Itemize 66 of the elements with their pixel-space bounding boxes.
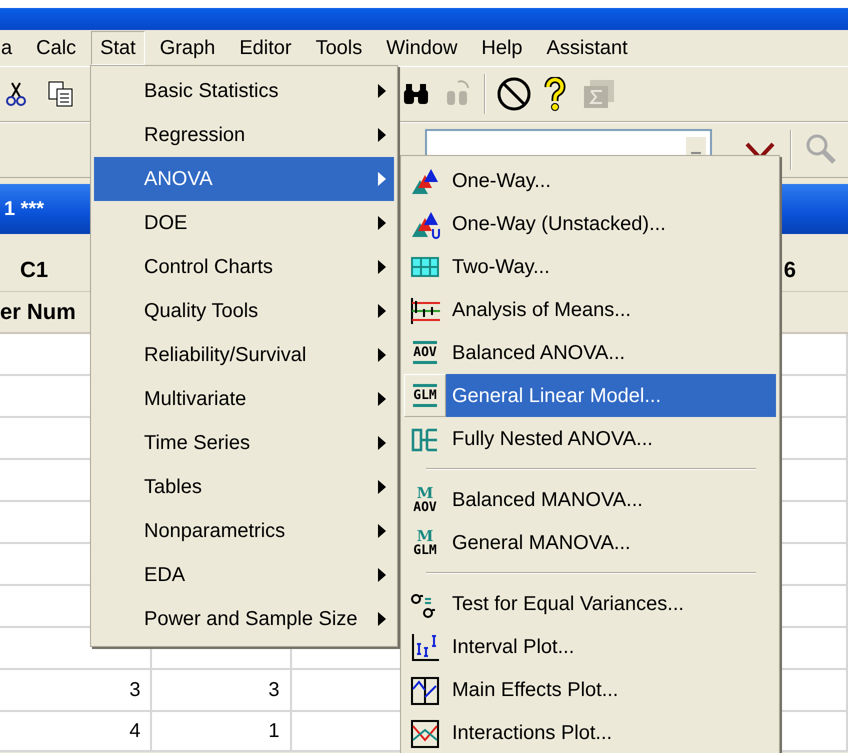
model-icon: M GLM — [413, 528, 437, 556]
model-icon: M AOV — [413, 486, 437, 514]
submenu-arrow-icon — [378, 84, 386, 98]
menu-item[interactable]: Help — [472, 31, 532, 65]
menu-item[interactable]: Time Series — [94, 421, 394, 465]
menu-item[interactable]: Balanced ANOVA... — [446, 331, 776, 374]
menu-item[interactable]: Stat — [91, 31, 145, 65]
submenu-arrow-icon — [378, 392, 386, 406]
menu-item[interactable]: General MANOVA... — [446, 521, 776, 564]
submenu-arrow-icon — [378, 568, 386, 582]
scissors-icon[interactable] — [6, 81, 26, 107]
menu-item[interactable]: One-Way (Unstacked)... — [446, 202, 776, 245]
menu-item[interactable]: Control Charts — [94, 245, 394, 289]
menu-item[interactable]: Tools — [306, 31, 372, 65]
submenu-arrow-icon — [378, 260, 386, 274]
menu-item[interactable]: Assistant — [538, 31, 637, 65]
menu-item[interactable]: Analysis of Means... — [446, 288, 776, 331]
table-cell: 3 — [268, 678, 280, 702]
column-header: 6 — [784, 257, 796, 284]
binoculars-icon[interactable] — [402, 82, 430, 106]
column-name: er Num — [0, 298, 76, 326]
menu-item[interactable]: a — [0, 31, 22, 65]
menu-item[interactable]: Quality Tools — [94, 289, 394, 333]
menu-item[interactable]: Graph — [150, 31, 224, 65]
menu-item[interactable]: EDA — [94, 553, 394, 597]
submenu-arrow-icon — [378, 436, 386, 450]
menu-item[interactable]: Balanced MANOVA... — [446, 478, 776, 521]
menu-item[interactable]: ANOVA — [94, 157, 394, 201]
prohibited-icon[interactable] — [496, 76, 532, 112]
submenu-arrow-icon — [378, 304, 386, 318]
menu-item[interactable]: Tables — [94, 465, 394, 509]
submenu-arrow-icon — [378, 480, 386, 494]
menu-item[interactable]: Nonparametrics — [94, 509, 394, 553]
menu-item[interactable]: Fully Nested ANOVA... — [446, 417, 776, 460]
submenu-arrow-icon — [378, 172, 386, 186]
submenu-arrow-icon — [378, 348, 386, 362]
menu-item[interactable]: DOE — [94, 201, 394, 245]
menu-item[interactable]: Reliability/Survival — [94, 333, 394, 377]
menu-item[interactable]: Calc — [27, 31, 86, 65]
submenu-arrow-icon — [378, 612, 386, 626]
menu-item[interactable]: Two-Way... — [446, 245, 776, 288]
menu-item[interactable]: Main Effects Plot... — [446, 668, 776, 711]
submenu-arrow-icon — [378, 128, 386, 142]
menu-item[interactable]: Power and Sample Size — [94, 597, 394, 641]
menu-item[interactable]: Test for Equal Variances... — [446, 582, 776, 625]
copy-icon[interactable] — [48, 81, 74, 107]
table-cell: 4 — [129, 719, 140, 743]
submenu-arrow-icon — [378, 524, 386, 538]
menu-item[interactable]: Basic Statistics — [94, 69, 394, 113]
worksheet-title: 1 *** — [4, 197, 44, 221]
table-cell: 3 — [129, 678, 140, 702]
menu-item[interactable]: Regression — [94, 113, 394, 157]
menu-item[interactable]: Interval Plot... — [446, 625, 776, 668]
menu-item[interactable]: General Linear Model... — [446, 374, 776, 417]
table-cell: 1 — [268, 719, 280, 743]
menu-item[interactable]: One-Way... — [446, 159, 776, 202]
column-header: C1 — [20, 257, 48, 284]
submenu-arrow-icon — [378, 216, 386, 230]
menu-item[interactable]: Editor — [230, 31, 301, 65]
menu-item[interactable]: Window — [377, 31, 466, 65]
menu-item[interactable]: Multivariate — [94, 377, 394, 421]
interaction-plot-icon — [410, 718, 440, 748]
interval-plot-icon — [410, 632, 440, 662]
help-icon[interactable] — [544, 77, 566, 111]
main-effects-plot-icon — [410, 674, 440, 704]
menu-item[interactable]: Interactions Plot... — [446, 711, 776, 753]
